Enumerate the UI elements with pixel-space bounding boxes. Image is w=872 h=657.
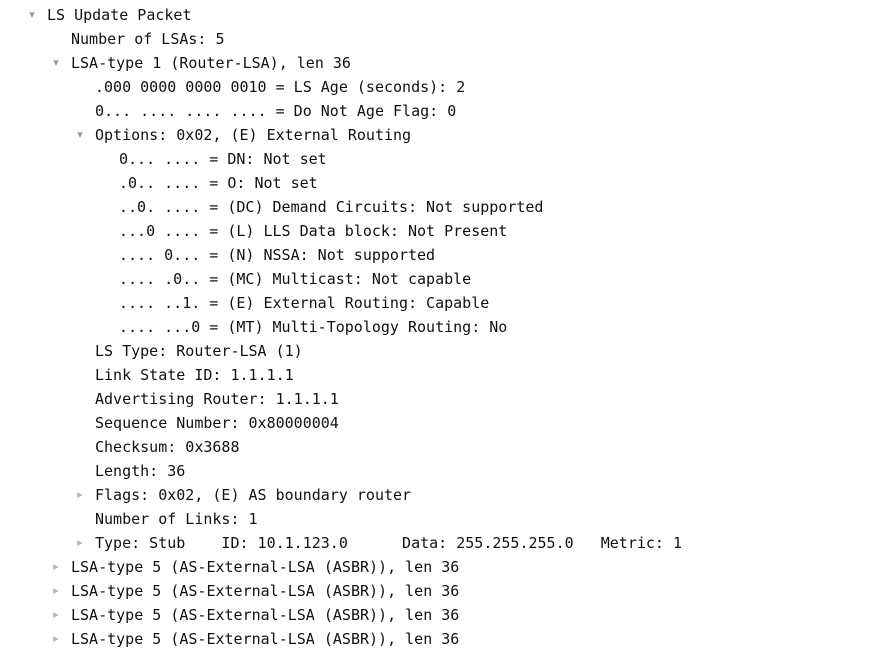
tree-row-label: .... ...0 = (MT) Multi-Topology Routing:… (119, 318, 508, 336)
tree-row-label: 0... .... .... .... = Do Not Age Flag: 0 (95, 102, 457, 120)
tree-row[interactable]: .... 0... = (N) NSSA: Not supported (0, 243, 872, 267)
tree-row-label: Type: Stub ID: 10.1.123.0 Data: 255.255.… (95, 534, 682, 552)
tree-row-label: Sequence Number: 0x80000004 (95, 414, 339, 432)
tree-row[interactable]: Sequence Number: 0x80000004 (0, 411, 872, 435)
chevron-right-icon[interactable] (73, 483, 87, 507)
tree-row-label: LSA-type 5 (AS-External-LSA (ASBR)), len… (71, 558, 460, 576)
tree-row[interactable]: LSA-type 5 (AS-External-LSA (ASBR)), len… (0, 555, 872, 579)
tree-row-label: .... 0... = (N) NSSA: Not supported (119, 246, 436, 264)
tree-row[interactable]: Flags: 0x02, (E) AS boundary router (0, 483, 872, 507)
tree-row[interactable]: Type: Stub ID: 10.1.123.0 Data: 255.255.… (0, 531, 872, 555)
tree-row-label: Length: 36 (95, 462, 186, 480)
chevron-right-icon[interactable] (49, 627, 63, 651)
tree-row-label: LSA-type 5 (AS-External-LSA (ASBR)), len… (71, 582, 460, 600)
tree-row[interactable]: Length: 36 (0, 459, 872, 483)
tree-row-label: ..0. .... = (DC) Demand Circuits: Not su… (119, 198, 544, 216)
tree-row-label: Options: 0x02, (E) External Routing (95, 126, 412, 144)
tree-row[interactable]: ...0 .... = (L) LLS Data block: Not Pres… (0, 219, 872, 243)
tree-row-label: .... ..1. = (E) External Routing: Capabl… (119, 294, 490, 312)
packet-detail-tree: LS Update Packet Number of LSAs: 5 LSA-typ… (0, 0, 872, 651)
tree-row-label: LSA-type 5 (AS-External-LSA (ASBR)), len… (71, 606, 460, 624)
chevron-down-icon[interactable] (73, 123, 87, 147)
tree-row-label: ...0 .... = (L) LLS Data block: Not Pres… (119, 222, 508, 240)
tree-row-label: .000 0000 0000 0010 = LS Age (seconds): … (95, 78, 466, 96)
tree-row[interactable]: LSA-type 5 (AS-External-LSA (ASBR)), len… (0, 603, 872, 627)
tree-row[interactable]: Options: 0x02, (E) External Routing (0, 123, 872, 147)
tree-row[interactable]: LS Update Packet (0, 3, 872, 27)
tree-row-label: .... .0.. = (MC) Multicast: Not capable (119, 270, 472, 288)
chevron-down-icon[interactable] (25, 3, 39, 27)
tree-row[interactable]: Checksum: 0x3688 (0, 435, 872, 459)
tree-row-label: Advertising Router: 1.1.1.1 (95, 390, 339, 408)
tree-row-label: Number of LSAs: 5 (71, 30, 225, 48)
tree-row-label: LSA-type 5 (AS-External-LSA (ASBR)), len… (71, 630, 460, 648)
tree-row[interactable]: LSA-type 1 (Router-LSA), len 36 (0, 51, 872, 75)
tree-row[interactable]: Number of LSAs: 5 (0, 27, 872, 51)
tree-row[interactable]: .... ..1. = (E) External Routing: Capabl… (0, 291, 872, 315)
tree-row[interactable]: Advertising Router: 1.1.1.1 (0, 387, 872, 411)
tree-row[interactable]: ..0. .... = (DC) Demand Circuits: Not su… (0, 195, 872, 219)
tree-row-label: Checksum: 0x3688 (95, 438, 240, 456)
tree-row[interactable]: 0... .... .... .... = Do Not Age Flag: 0 (0, 99, 872, 123)
tree-row-label: Number of Links: 1 (95, 510, 258, 528)
tree-row-label: 0... .... = DN: Not set (119, 150, 327, 168)
tree-row[interactable]: .... ...0 = (MT) Multi-Topology Routing:… (0, 315, 872, 339)
tree-row[interactable]: .0.. .... = O: Not set (0, 171, 872, 195)
tree-row[interactable]: LSA-type 5 (AS-External-LSA (ASBR)), len… (0, 579, 872, 603)
tree-row-label: LSA-type 1 (Router-LSA), len 36 (71, 54, 351, 72)
tree-row[interactable]: 0... .... = DN: Not set (0, 147, 872, 171)
chevron-right-icon[interactable] (49, 555, 63, 579)
chevron-right-icon[interactable] (73, 531, 87, 555)
tree-row[interactable]: .000 0000 0000 0010 = LS Age (seconds): … (0, 75, 872, 99)
tree-row-label: LS Type: Router-LSA (1) (95, 342, 303, 360)
chevron-right-icon[interactable] (49, 579, 63, 603)
tree-row[interactable]: Link State ID: 1.1.1.1 (0, 363, 872, 387)
tree-row-label: .0.. .... = O: Not set (119, 174, 318, 192)
tree-row[interactable]: .... .0.. = (MC) Multicast: Not capable (0, 267, 872, 291)
chevron-down-icon[interactable] (49, 51, 63, 75)
tree-row-label: Flags: 0x02, (E) AS boundary router (95, 486, 412, 504)
tree-row-label: Link State ID: 1.1.1.1 (95, 366, 294, 384)
tree-row[interactable]: LSA-type 5 (AS-External-LSA (ASBR)), len… (0, 627, 872, 651)
tree-row-label: LS Update Packet (47, 6, 192, 24)
chevron-right-icon[interactable] (49, 603, 63, 627)
tree-row[interactable]: LS Type: Router-LSA (1) (0, 339, 872, 363)
tree-row[interactable]: Number of Links: 1 (0, 507, 872, 531)
